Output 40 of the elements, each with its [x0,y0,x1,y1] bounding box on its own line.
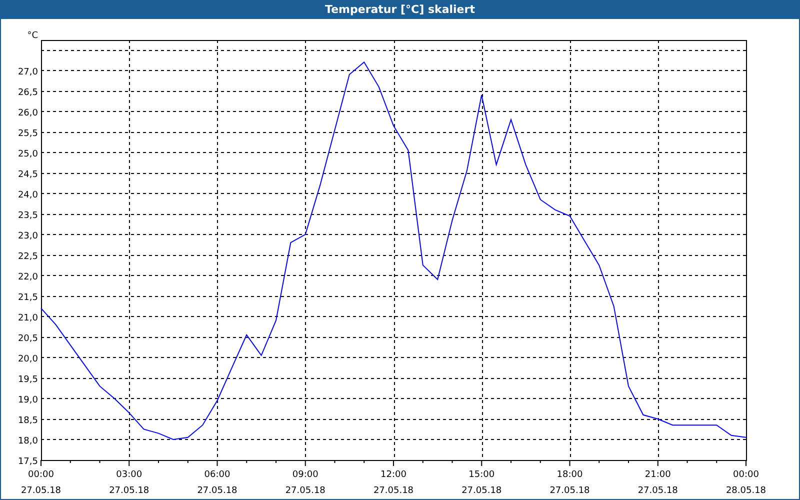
y-tick-label: 24,5 [18,170,38,180]
y-tick-label: 21,0 [18,313,38,324]
y-axis-unit: °C [27,31,38,41]
x-date-label: 27.05.18 [462,486,502,496]
y-tick-label: 23,0 [18,231,38,242]
x-date-label: 27.05.18 [550,486,590,496]
x-date-label: 27.05.18 [109,486,150,496]
x-tick-label: 09:00 [292,470,318,480]
x-tick-label: 21:00 [644,470,671,480]
x-tick-label: 06:00 [204,470,230,480]
y-tick-label: 20,0 [18,354,38,364]
x-tick-label: 12:00 [380,470,406,480]
x-tick-label: 00:00 [733,470,759,480]
y-tick-label: 25,0 [18,149,38,160]
y-tick-label: 21,5 [18,292,38,303]
y-tick-label: 26,0 [18,108,38,118]
x-tick-label: 15:00 [468,470,495,480]
window-title: Temperatur [°C] skaliert [0,0,800,19]
y-tick-label: 22,5 [18,252,38,262]
y-tick-label: 26,5 [18,88,38,98]
x-date-label: 27.05.18 [197,486,238,496]
y-tick-label: 17,5 [18,457,38,467]
y-tick-label: 19,0 [18,395,38,406]
y-tick-label: 20,5 [18,334,38,344]
x-date-label: 27.05.18 [285,486,326,496]
x-tick-label: 03:00 [116,470,142,480]
y-tick-label: 25,5 [18,128,38,139]
y-tick-label: 24,0 [18,190,38,200]
y-tick-label: 18,0 [18,436,38,446]
y-tick-label: 23,5 [18,210,38,221]
y-tick-label: 18,5 [18,416,38,426]
x-date-label: 27.05.18 [638,486,678,496]
x-date-label: 27.05.18 [20,486,62,496]
x-tick-label: 00:00 [28,470,54,480]
y-tick-label: 22,0 [18,272,38,282]
x-tick-label: 18:00 [556,470,583,480]
x-date-label: 27.05.18 [373,486,414,496]
x-date-label: 28.05.18 [726,486,766,496]
y-tick-label: 27,0 [18,67,38,78]
y-tick-label: 19,5 [18,374,38,385]
